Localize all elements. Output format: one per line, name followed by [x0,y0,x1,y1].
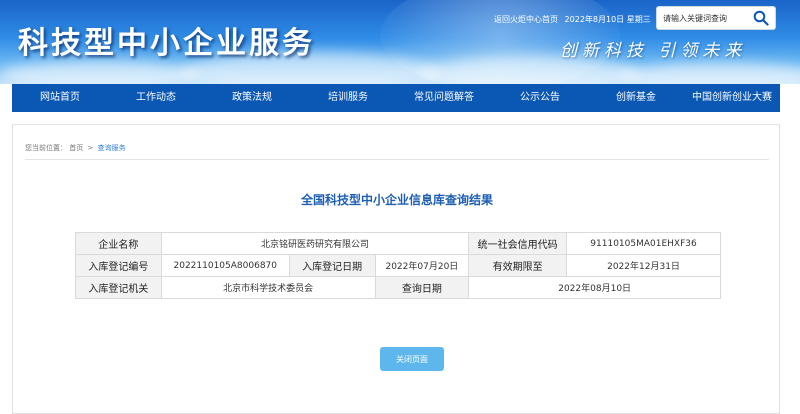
label-valid-until: 有效期限至 [468,254,568,277]
breadcrumb-separator: > [87,144,94,152]
result-title: 全国科技型中小企业信息库查询结果 [300,193,493,207]
breadcrumb-prefix: 您当前位置： [25,144,67,152]
nav-item-policy[interactable]: 政策法规 [204,84,300,112]
nav-item-competition[interactable]: 中国创新创业大赛 [684,84,780,112]
nav-item-innovation-fund[interactable]: 创新基金 [588,84,684,112]
nav-item-home[interactable]: 网站首页 [12,84,108,112]
value-query-date: 2022年08月10日 [468,276,721,299]
value-credit-code: 91110105MA01EHXF36 [566,232,721,255]
table-row: 入库登记编号 2022110105A8006870 入库登记日期 2022年07… [75,254,721,277]
back-home-link[interactable]: 返回火炬中心首页 [494,15,558,24]
label-reg-number: 入库登记编号 [75,254,162,277]
top-links: 返回火炬中心首页 2022年8月10日 星期三 [494,14,655,25]
close-page-button[interactable]: 关闭页面 [380,347,444,371]
site-title: 科技型中小企业服务 [18,26,315,61]
nav-item-announcements[interactable]: 公示公告 [492,84,588,112]
label-reg-authority: 入库登记机关 [75,276,162,299]
breadcrumb-current[interactable]: 查询服务 [98,144,126,152]
nav-item-training[interactable]: 培训服务 [300,84,396,112]
value-company-name: 北京铭研医药研究有限公司 [160,232,470,255]
nav-item-work-news[interactable]: 工作动态 [108,84,204,112]
main-panel: 您当前位置： 首页 > 查询服务 全国科技型中小企业信息库查询结果 企业名称 北… [12,124,780,414]
banner-cloud [0,60,200,84]
main-nav: 网站首页 工作动态 政策法规 培训服务 常见问题解答 公示公告 创新基金 中国创… [12,84,780,112]
search-icon[interactable] [753,10,769,26]
value-reg-number: 2022110105A8006870 [160,254,290,277]
banner-cloud [620,62,800,84]
breadcrumb-divider [25,159,769,160]
breadcrumb: 您当前位置： 首页 > 查询服务 [25,143,126,153]
table-row: 企业名称 北京铭研医药研究有限公司 统一社会信用代码 91110105MA01E… [75,232,721,255]
search-input[interactable] [663,11,753,26]
header-banner: 科技型中小企业服务 返回火炬中心首页 2022年8月10日 星期三 创新科技 引… [0,0,800,84]
search-box [656,6,776,30]
value-reg-authority: 北京市科学技术委员会 [160,276,376,299]
company-info-table: 企业名称 北京铭研医药研究有限公司 统一社会信用代码 91110105MA01E… [75,232,721,299]
nav-item-faq[interactable]: 常见问题解答 [396,84,492,112]
current-date: 2022年8月10日 星期三 [564,15,651,24]
value-reg-date: 2022年07月20日 [374,254,470,277]
value-valid-until: 2022年12月31日 [566,254,721,277]
slogan: 创新科技 引领未来 [560,41,747,61]
label-credit-code: 统一社会信用代码 [468,232,568,255]
label-query-date: 查询日期 [374,276,470,299]
breadcrumb-home[interactable]: 首页 [69,144,83,152]
table-row: 入库登记机关 北京市科学技术委员会 查询日期 2022年08月10日 [75,276,721,299]
label-reg-date: 入库登记日期 [288,254,376,277]
label-company-name: 企业名称 [75,232,162,255]
